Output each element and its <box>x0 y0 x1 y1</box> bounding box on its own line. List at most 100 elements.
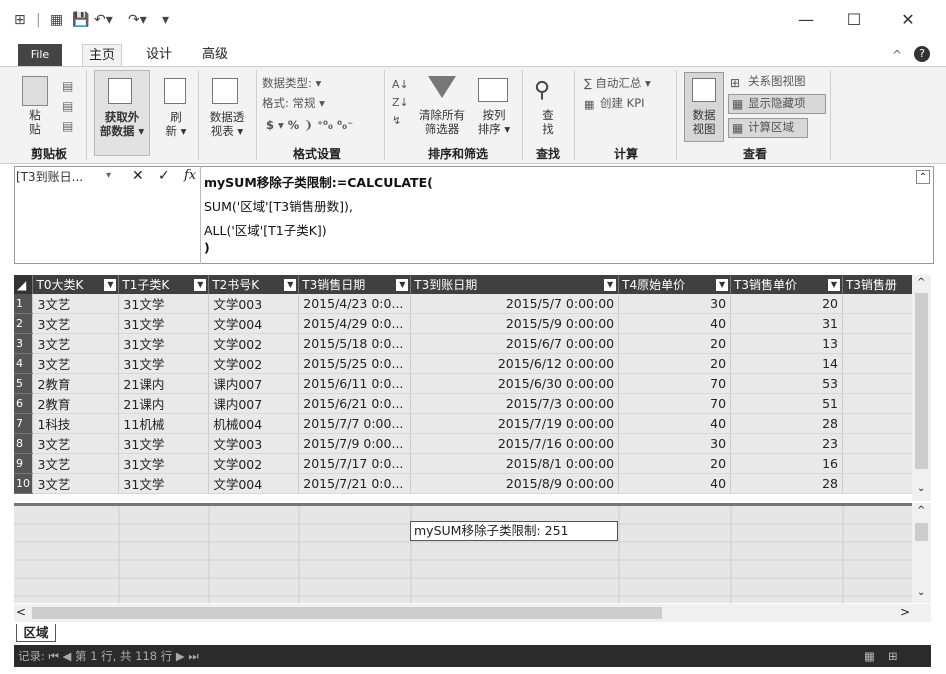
find-button[interactable]: 查 找 <box>530 108 566 136</box>
scroll-thumb[interactable] <box>32 607 662 619</box>
table-cell[interactable]: 2015/4/23 0:0... <box>298 294 412 314</box>
table-cell[interactable]: 20 <box>618 333 732 354</box>
table-row[interactable]: 1 3文艺 31文学 文学003 2015/4/23 0:0... 2015/5/7 0:… <box>14 294 920 314</box>
table-cell[interactable]: 11机械 <box>118 413 210 434</box>
grid-view-icon[interactable]: ▦ <box>864 645 875 667</box>
col-header[interactable]: T1子类K ▼ <box>118 275 210 294</box>
table-cell[interactable]: 21课内 <box>118 373 210 394</box>
clipboard-small-icons[interactable]: ▤ ▤ ▤ <box>62 76 73 136</box>
filter-dropdown-icon[interactable]: ▼ <box>194 279 207 291</box>
table-cell[interactable]: 31文学 <box>118 433 210 454</box>
data-type-dropdown[interactable]: 数据类型: ▾ <box>262 74 321 92</box>
table-cell[interactable]: 3文艺 <box>32 353 120 374</box>
row-number[interactable]: 7 <box>14 413 34 434</box>
measure-cell[interactable]: mySUM移除子类限制: 251 <box>410 521 618 541</box>
table-cell[interactable] <box>842 453 920 474</box>
table-cell[interactable]: 70 <box>618 393 732 414</box>
table-cell[interactable] <box>842 413 920 434</box>
table-cell[interactable]: 21课内 <box>118 393 210 414</box>
table-cell[interactable]: 40 <box>618 413 732 434</box>
row-number[interactable]: 5 <box>14 373 34 394</box>
calc-area-button[interactable]: 计算区域 <box>748 118 794 136</box>
create-kpi-button[interactable]: 创建 KPI <box>600 94 645 112</box>
tab-home[interactable]: 主页 <box>82 44 123 66</box>
customize-qat-icon[interactable]: ▾ <box>162 12 169 28</box>
col-header[interactable]: T2书号K ▼ <box>208 275 300 294</box>
table-cell[interactable]: 30 <box>618 294 732 314</box>
name-box-dropdown-icon[interactable]: ▾ <box>106 170 111 181</box>
table-cell[interactable]: 2015/6/7 0:00:00 <box>410 333 620 354</box>
table-cell[interactable]: 2015/6/30 0:00:00 <box>410 373 620 394</box>
table-cell[interactable]: 28 <box>730 413 843 434</box>
undo-icon[interactable]: ↶▾ <box>94 12 113 28</box>
table-cell[interactable]: 2015/5/25 0:0... <box>298 353 412 374</box>
table-cell[interactable]: 2015/7/3 0:00:00 <box>410 393 620 414</box>
table-cell[interactable]: 13 <box>730 333 843 354</box>
scroll-up-icon[interactable]: ^ <box>917 277 925 288</box>
table-cell[interactable] <box>842 433 920 454</box>
table-cell[interactable]: 3文艺 <box>32 333 120 354</box>
filter-dropdown-icon[interactable]: ▼ <box>827 279 840 291</box>
table-cell[interactable]: 40 <box>618 473 732 494</box>
table-cell[interactable]: 31文学 <box>118 294 210 314</box>
filter-dropdown-icon[interactable]: ▼ <box>604 279 617 291</box>
table-cell[interactable]: 2教育 <box>32 373 120 394</box>
table-cell[interactable]: 16 <box>730 453 843 474</box>
table-cell[interactable] <box>842 313 920 334</box>
calculation-area[interactable] <box>14 503 920 606</box>
table-cell[interactable]: 3文艺 <box>32 453 120 474</box>
row-number[interactable]: 8 <box>14 433 34 454</box>
col-header[interactable]: T0大类K ▼ <box>32 275 120 294</box>
autosum-button[interactable]: ∑ 自动汇总 ▾ <box>584 74 651 92</box>
collapse-formula-icon[interactable]: ⌃ <box>916 170 930 184</box>
table-row[interactable]: 5 2教育 21课内 课内007 2015/6/11 0:0... 2015/6/30 0… <box>14 373 920 394</box>
scroll-down-icon[interactable]: ⌄ <box>917 483 925 494</box>
save-icon[interactable]: 💾 <box>72 12 89 28</box>
table-cell[interactable]: 3文艺 <box>32 433 120 454</box>
clear-all-filters-button[interactable]: 清除所有 筛选器 <box>414 108 470 136</box>
table-row[interactable]: 7 1科技 11机械 机械004 2015/7/7 0:00... 2015/7/19 0… <box>14 413 920 434</box>
row-number[interactable]: 6 <box>14 393 34 414</box>
select-all-corner[interactable]: ◢ <box>14 275 34 294</box>
table-cell[interactable] <box>842 393 920 414</box>
table-cell[interactable]: 2015/7/19 0:00:00 <box>410 413 620 434</box>
table-cell[interactable] <box>842 294 920 314</box>
filter-dropdown-icon[interactable]: ▼ <box>396 279 409 291</box>
col-header[interactable]: T3销售日期 ▼ <box>298 275 412 294</box>
table-cell[interactable]: 2015/6/11 0:0... <box>298 373 412 394</box>
table-row[interactable]: 4 3文艺 31文学 文学002 2015/5/25 0:0... 2015/6/12 0… <box>14 353 920 374</box>
table-cell[interactable]: 53 <box>730 373 843 394</box>
table-cell[interactable]: 31文学 <box>118 473 210 494</box>
table-cell[interactable]: 70 <box>618 373 732 394</box>
minimize-button[interactable]: — <box>790 8 822 32</box>
table-cell[interactable]: 31文学 <box>118 453 210 474</box>
format-dropdown[interactable]: 格式: 常规 ▾ <box>262 94 325 112</box>
scroll-thumb[interactable] <box>915 523 928 541</box>
table-cell[interactable]: 23 <box>730 433 843 454</box>
table-cell[interactable]: 20 <box>618 353 732 374</box>
table-cell[interactable]: 2015/7/9 0:00... <box>298 433 412 454</box>
col-header[interactable]: T3销售单价 ▼ <box>730 275 843 294</box>
refresh-button[interactable]: 刷 新 ▾ <box>156 110 196 138</box>
sort-az-icon[interactable]: A↓ Z↓ ↯ <box>392 76 409 130</box>
cancel-formula-icon[interactable]: ✕ <box>132 168 144 184</box>
scroll-right-icon[interactable]: > <box>900 605 910 619</box>
table-cell[interactable]: 2015/4/29 0:0... <box>298 313 412 334</box>
table-cell[interactable]: 课内007 <box>208 373 300 394</box>
number-format-buttons[interactable]: $ ▾ % ❩ ⁺⁰₀ ⁰₀⁻ <box>266 116 353 134</box>
table-cell[interactable]: 2教育 <box>32 393 120 414</box>
table-cell[interactable]: 机械004 <box>208 413 300 434</box>
table-cell[interactable]: 28 <box>730 473 843 494</box>
row-number[interactable]: 9 <box>14 453 34 474</box>
formula-line-2[interactable]: SUM('区域'[T3销售册数]), <box>204 196 353 215</box>
table-row[interactable]: 2 3文艺 31文学 文学004 2015/4/29 0:0... 2015/5/9 0:… <box>14 313 920 334</box>
table-cell[interactable]: 2015/7/17 0:0... <box>298 453 412 474</box>
formula-line-3[interactable]: ALL('区域'[T1子类K]) <box>204 220 327 239</box>
scroll-up-icon[interactable]: ^ <box>917 505 925 516</box>
row-number[interactable]: 2 <box>14 313 34 334</box>
table-cell[interactable]: 2015/7/21 0:0... <box>298 473 412 494</box>
formula-line-1[interactable]: mySUM移除子类限制:=CALCULATE( <box>204 172 433 191</box>
redo-icon[interactable]: ↷▾ <box>128 12 147 28</box>
table-cell[interactable]: 2015/5/9 0:00:00 <box>410 313 620 334</box>
tab-file[interactable]: File <box>18 44 62 66</box>
